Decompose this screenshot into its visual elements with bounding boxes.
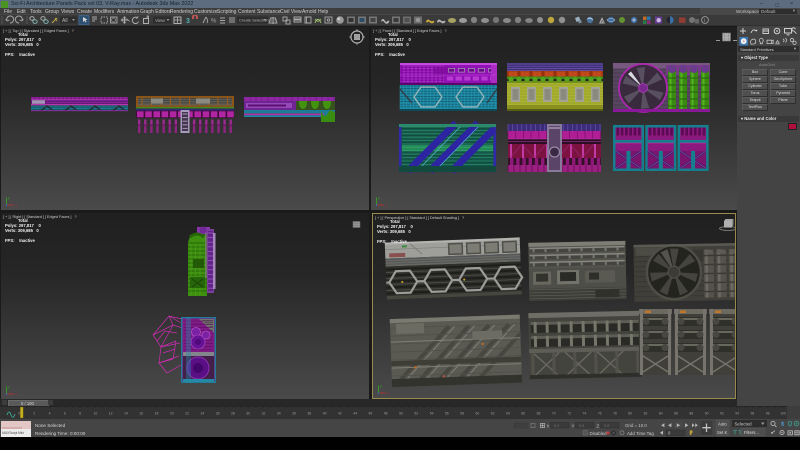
svg-text:All: All [62,18,68,24]
svg-text:18: 18 [155,412,159,416]
svg-text:20: 20 [170,412,174,416]
svg-text:x: x [386,204,388,208]
svg-text:x: x [16,204,18,208]
svg-text:40: 40 [323,412,327,416]
svg-text:88: 88 [689,412,693,416]
svg-text:72: 72 [567,412,571,416]
svg-text:86: 86 [674,412,678,416]
svg-text:34: 34 [277,412,281,416]
svg-text:36: 36 [292,412,296,416]
svg-text:38: 38 [307,412,311,416]
svg-text:12: 12 [109,412,113,416]
svg-text:Grid = 10.0: Grid = 10.0 [625,423,647,428]
svg-text:76: 76 [598,412,602,416]
svg-text:A: A [601,19,604,24]
svg-text:%: % [211,19,217,25]
svg-text:74: 74 [583,412,587,416]
svg-text:42: 42 [338,412,342,416]
svg-text:22: 22 [185,412,189,416]
svg-text:3: 3 [186,18,190,25]
svg-text:70: 70 [552,412,556,416]
svg-text:78: 78 [613,412,617,416]
svg-text:26: 26 [216,412,220,416]
svg-text:16: 16 [139,412,143,416]
svg-text:Auto: Auto [718,422,727,427]
svg-text:30: 30 [246,412,250,416]
svg-text:Disabled: Disabled [590,431,608,436]
svg-text:94: 94 [735,412,739,416]
svg-text:Filters...: Filters... [744,430,759,435]
svg-text:66: 66 [521,412,525,416]
svg-text:0.0: 0.0 [579,424,584,428]
svg-text:8: 8 [79,412,81,416]
svg-text:y: y [378,196,380,200]
svg-text:6: 6 [64,412,66,416]
svg-text:i: i [704,18,705,24]
svg-text:0: 0 [18,412,20,416]
svg-text:Add Time Tag: Add Time Tag [627,431,654,436]
svg-text:50: 50 [399,412,403,416]
svg-text:44: 44 [353,412,357,416]
svg-text:100: 100 [780,412,786,416]
svg-text:32: 32 [262,412,266,416]
svg-text:96: 96 [751,412,755,416]
svg-text:y: y [8,385,10,389]
svg-text:54: 54 [430,412,434,416]
svg-text:y: y [8,196,10,200]
svg-text:80: 80 [628,412,632,416]
svg-text:98: 98 [766,412,770,416]
svg-text:82: 82 [644,412,648,416]
svg-text:x: x [16,393,18,397]
svg-text:56: 56 [445,412,449,416]
svg-text:0.0: 0.0 [554,424,559,428]
svg-text:y: y [380,384,382,388]
svg-text:2: 2 [33,412,35,416]
svg-text:60: 60 [476,412,480,416]
svg-text:92: 92 [720,412,724,416]
svg-text:14: 14 [124,412,128,416]
svg-text:10: 10 [94,412,98,416]
svg-text:52: 52 [414,412,418,416]
svg-text:84: 84 [659,412,663,416]
svg-text:68: 68 [537,412,541,416]
svg-text:62: 62 [491,412,495,416]
svg-text:Selected: Selected [735,421,753,426]
svg-text:View: View [155,18,166,23]
svg-text:46: 46 [369,412,373,416]
svg-text:x: x [388,392,390,396]
svg-text:Set K: Set K [717,430,727,435]
svg-text:24: 24 [201,412,205,416]
svg-text:90: 90 [705,412,709,416]
svg-text:4: 4 [49,412,51,416]
svg-text:48: 48 [384,412,388,416]
svg-text:0.0: 0.0 [604,424,609,428]
svg-text:64: 64 [506,412,510,416]
svg-text:58: 58 [460,412,464,416]
svg-text:28: 28 [231,412,235,416]
